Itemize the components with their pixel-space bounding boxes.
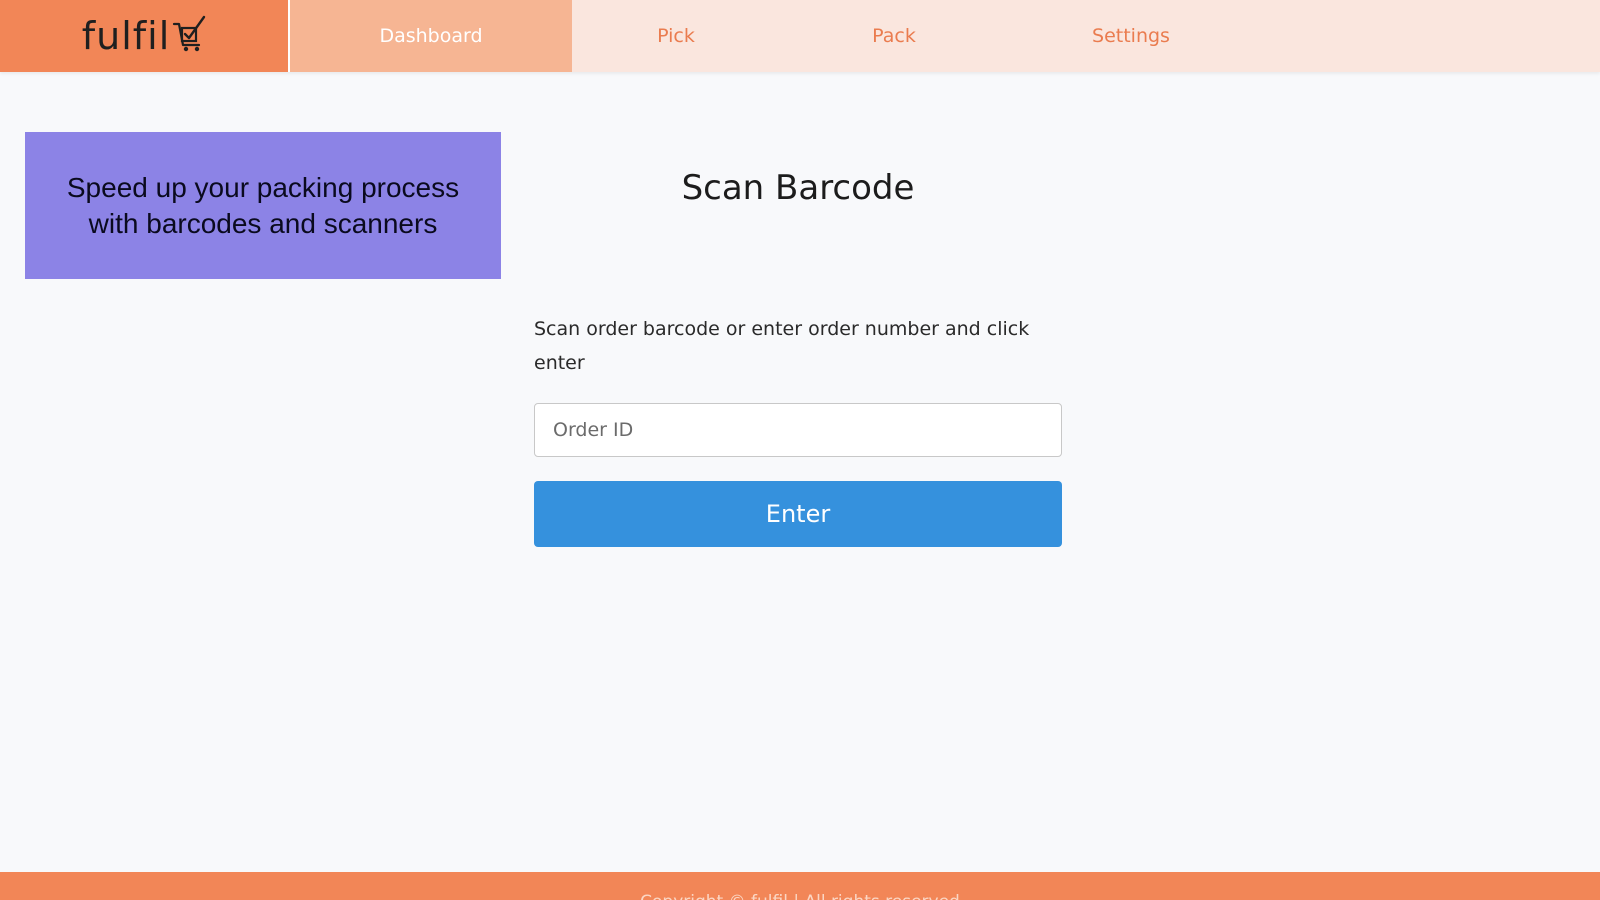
page-title: Scan Barcode bbox=[681, 168, 915, 208]
promo-banner: Speed up your packing process with barco… bbox=[25, 132, 501, 279]
tab-dashboard[interactable]: Dashboard bbox=[288, 0, 572, 72]
brand-logo[interactable]: fulfil bbox=[0, 0, 288, 72]
tab-pack[interactable]: Pack bbox=[838, 0, 950, 72]
scan-instructions: Scan order barcode or enter order number… bbox=[534, 318, 1030, 374]
enter-button[interactable]: Enter bbox=[534, 481, 1062, 547]
order-id-input[interactable] bbox=[534, 403, 1062, 457]
footer-copyright: Copyright © fulfil | All rights reserved bbox=[0, 892, 1600, 900]
top-navigation-bar: fulfil Dashboard Pick Pack Settings bbox=[0, 0, 1600, 72]
cart-checkmark-icon bbox=[173, 15, 206, 52]
promo-text: Speed up your packing process with barco… bbox=[66, 171, 460, 239]
logo-text: fulfil bbox=[81, 14, 171, 58]
footer: Copyright © fulfil | All rights reserved bbox=[0, 872, 1600, 900]
tab-pick[interactable]: Pick bbox=[620, 0, 732, 72]
tab-settings[interactable]: Settings bbox=[1070, 0, 1192, 72]
